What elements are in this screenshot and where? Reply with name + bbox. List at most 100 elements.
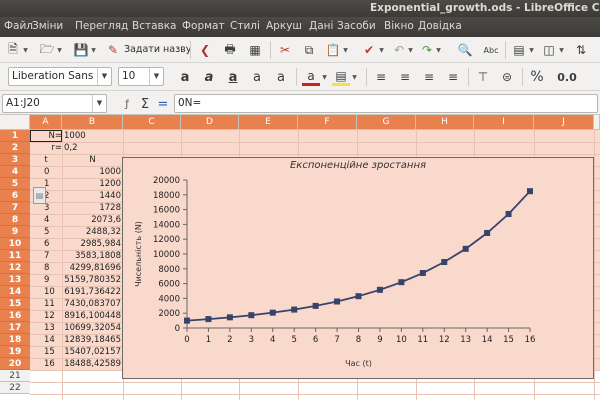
paste-icon[interactable]: 📋 — [324, 41, 342, 59]
column-header-b[interactable]: B — [62, 115, 123, 130]
cell-a2[interactable]: r= — [30, 142, 62, 154]
row-header-13[interactable]: 13 — [0, 274, 30, 286]
row-header-11[interactable]: 11 — [0, 250, 30, 262]
menu-view[interactable]: Перегляд — [75, 20, 128, 32]
cell-t-value[interactable]: 6 — [44, 238, 62, 250]
cut-icon[interactable]: ✂ — [276, 41, 294, 59]
function-wizard-icon[interactable]: ƒ — [118, 95, 136, 113]
print-icon[interactable]: 🖶 — [221, 41, 239, 59]
row-header-21[interactable]: 21 — [0, 370, 30, 382]
strikethrough-icon[interactable]: a — [248, 68, 266, 86]
menu-data[interactable]: Дані — [309, 20, 333, 32]
cell-b2[interactable]: 0,2 — [64, 142, 122, 154]
cell-t-value[interactable]: 13 — [44, 322, 62, 334]
new-document-icon[interactable]: 🗎 — [4, 41, 22, 59]
cell-n-value[interactable]: 1200 — [62, 178, 121, 190]
cell-n-value[interactable]: 18488,42589 — [62, 358, 121, 370]
align-center-icon[interactable]: ≡ — [396, 68, 414, 86]
row-header-4[interactable]: 4 — [0, 166, 30, 178]
cell-b1[interactable]: 1000 — [64, 130, 122, 142]
underline-icon[interactable]: a — [224, 68, 242, 86]
row-header-2[interactable]: 2 — [0, 142, 30, 154]
cell-n-value[interactable]: 3583,1808 — [62, 250, 121, 262]
number-format-button[interactable]: 0.0 — [554, 68, 580, 86]
row-header-1[interactable]: 1 — [0, 130, 30, 142]
font-name-box[interactable]: Liberation Sans ▼ — [8, 67, 112, 86]
column-header-k[interactable] — [594, 115, 600, 130]
percent-format-button[interactable]: % — [528, 68, 546, 86]
copy-icon[interactable]: ⧉ — [300, 41, 318, 59]
shadow-icon[interactable]: a — [272, 68, 290, 86]
cell-n-value[interactable]: 4299,81696 — [62, 262, 121, 274]
cell-n-value[interactable]: 15407,02157 — [62, 346, 121, 358]
cell-n-value[interactable]: 5159,780352 — [62, 274, 121, 286]
name-range-button[interactable]: Задати назву — [124, 44, 191, 55]
cell-t-value[interactable]: 2 — [44, 190, 62, 202]
row-header-8[interactable]: 8 — [0, 214, 30, 226]
column-header-d[interactable]: D — [181, 115, 239, 130]
cell-t-value[interactable]: 9 — [44, 274, 62, 286]
menu-insert[interactable]: Вставка — [132, 20, 177, 32]
row-header-17[interactable]: 17 — [0, 322, 30, 334]
row-header-3[interactable]: 3 — [0, 154, 30, 166]
align-left-icon[interactable]: ≡ — [372, 68, 390, 86]
row-header-22[interactable]: 22 — [0, 382, 30, 394]
font-color-icon[interactable]: a — [302, 68, 320, 86]
sum-icon[interactable]: Σ — [136, 95, 154, 113]
row-dropdown-icon[interactable]: ▼ — [528, 41, 535, 59]
sort-icon[interactable]: ⇅ — [572, 41, 590, 59]
row-header-9[interactable]: 9 — [0, 226, 30, 238]
cell-t-value[interactable]: 3 — [44, 202, 62, 214]
comment-indicator-icon[interactable]: ▤ — [33, 187, 46, 204]
font-size-dropdown-icon[interactable]: ▼ — [149, 68, 163, 85]
cell-t-value[interactable]: 5 — [44, 226, 62, 238]
new-dropdown-icon[interactable]: ▼ — [22, 41, 29, 59]
row-header-19[interactable]: 19 — [0, 346, 30, 358]
row-header-12[interactable]: 12 — [0, 262, 30, 274]
row-header-14[interactable]: 14 — [0, 286, 30, 298]
column-header-f[interactable]: F — [298, 115, 357, 130]
menu-edit[interactable]: Зміни — [32, 20, 63, 32]
chart[interactable]: Експоненційне зростання 0 2000 4000 6000 8000… — [122, 157, 594, 379]
cell-t-value[interactable]: 15 — [44, 346, 62, 358]
undo-icon[interactable]: ↶ — [390, 41, 408, 59]
align-right-icon[interactable]: ≡ — [420, 68, 438, 86]
menu-file[interactable]: Файл — [4, 20, 33, 32]
cell-a3[interactable]: t — [30, 154, 62, 166]
clear-format-brush-icon[interactable]: ✎ — [104, 41, 122, 59]
cell-t-value[interactable]: 1 — [44, 178, 62, 190]
print-preview-icon[interactable]: ▦ — [246, 41, 264, 59]
undo-dropdown-icon[interactable]: ▼ — [407, 41, 414, 59]
name-box-dropdown-icon[interactable]: ▼ — [92, 95, 106, 112]
align-middle-icon[interactable]: ⊜ — [498, 68, 516, 86]
highlight-dropdown-icon[interactable]: ▼ — [351, 68, 358, 86]
cell-t-value[interactable]: 11 — [44, 298, 62, 310]
cell-t-value[interactable]: 16 — [44, 358, 62, 370]
font-color-dropdown-icon[interactable]: ▼ — [321, 68, 328, 86]
cell-n-value[interactable]: 2073,6 — [62, 214, 121, 226]
cell-n-value[interactable]: 2488,32 — [62, 226, 121, 238]
column-header-c[interactable]: C — [123, 115, 181, 130]
justify-icon[interactable]: ≡ — [444, 68, 462, 86]
cell-n-value[interactable]: 7430,083707 — [62, 298, 121, 310]
row-header-18[interactable]: 18 — [0, 334, 30, 346]
column-header-e[interactable]: E — [239, 115, 298, 130]
row-header-20[interactable]: 20 — [0, 358, 30, 370]
cell-n-value[interactable]: 6191,736422 — [62, 286, 121, 298]
cell-n-value[interactable]: 8916,100448 — [62, 310, 121, 322]
cell-t-value[interactable]: 10 — [44, 286, 62, 298]
find-replace-icon[interactable]: 🔍 — [456, 41, 474, 59]
redo-dropdown-icon[interactable]: ▼ — [435, 41, 442, 59]
align-top-icon[interactable]: ⊤ — [474, 68, 492, 86]
font-name-dropdown-icon[interactable]: ▼ — [97, 68, 111, 85]
paste-dropdown-icon[interactable]: ▼ — [342, 41, 349, 59]
menu-window[interactable]: Вікно — [384, 20, 414, 32]
spelling-icon[interactable]: Abc — [482, 41, 500, 59]
column-dropdown-icon[interactable]: ▼ — [558, 41, 565, 59]
row-header-16[interactable]: 16 — [0, 310, 30, 322]
row-icon[interactable]: ▤ — [510, 41, 528, 59]
name-box[interactable]: A1:J20 ▼ — [2, 94, 107, 113]
menu-tools[interactable]: Засоби — [337, 20, 376, 32]
highlight-color-icon[interactable]: ▤ — [332, 68, 350, 86]
open-folder-icon[interactable]: 🗁 — [38, 41, 56, 59]
